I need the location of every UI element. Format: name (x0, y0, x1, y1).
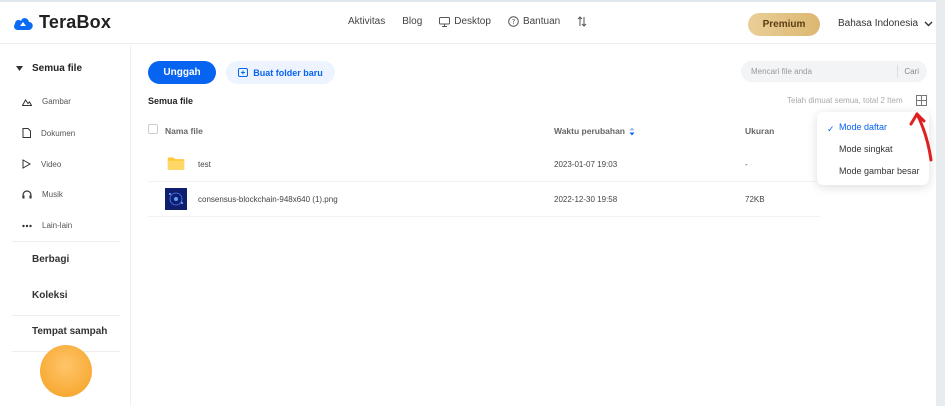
column-header-name[interactable]: Nama file (165, 126, 203, 136)
menu-item-large-image-mode[interactable]: Mode gambar besar (839, 166, 920, 176)
checkmark-icon: ✓ (827, 124, 835, 134)
column-header-modified[interactable]: Waktu perubahan (554, 126, 635, 136)
search-box: Cari (741, 61, 927, 82)
image-thumbnail (165, 188, 187, 210)
transfer-arrows-icon (577, 16, 587, 27)
sidebar-all-files-label: Semua file (32, 63, 83, 74)
top-bar: TeraBox Aktivitas Blog Desktop ? Bantuan (0, 0, 945, 44)
table-row[interactable]: test 2023-01-07 19:03 - (148, 147, 820, 182)
column-header-label: Waktu perubahan (554, 126, 625, 136)
sidebar-item-dokumen[interactable]: Dokumen (22, 128, 75, 138)
nav-aktivitas[interactable]: Aktivitas (348, 16, 385, 27)
svg-text:?: ? (512, 18, 516, 26)
sidebar-item-berbagi[interactable]: Berbagi (32, 254, 69, 265)
premium-button[interactable]: Premium (748, 13, 820, 36)
column-header-label: Ukuran (745, 126, 775, 136)
sidebar-all-files[interactable]: Semua file (16, 63, 82, 74)
logo[interactable]: TeraBox (12, 12, 111, 33)
sidebar-divider (12, 241, 120, 242)
cloud-logo-icon (14, 17, 33, 30)
sidebar-divider (12, 315, 120, 316)
language-selector[interactable]: Bahasa Indonesia (838, 18, 933, 29)
language-label: Bahasa Indonesia (838, 18, 919, 29)
sidebar-item-label: Dokumen (41, 128, 76, 138)
file-name[interactable]: consensus-blockchain-948x640 (1).png (198, 195, 338, 204)
upload-button[interactable]: Unggah (148, 61, 216, 84)
sidebar-item-label: Gambar (42, 97, 71, 106)
transfer-button[interactable] (577, 16, 587, 27)
new-folder-label: Buat folder baru (253, 67, 323, 78)
folder-plus-icon (238, 68, 249, 77)
column-header-label: Nama file (165, 126, 203, 136)
sidebar-item-gambar[interactable]: Gambar (22, 97, 71, 106)
folder-icon (167, 157, 185, 170)
sidebar-item-label: Video (41, 159, 62, 169)
nav-desktop-label: Desktop (454, 16, 491, 27)
caret-down-icon (16, 66, 23, 71)
table-row[interactable]: consensus-blockchain-948x640 (1).png 202… (148, 182, 820, 217)
search-button[interactable]: Cari (898, 67, 927, 76)
help-circle-icon: ? (508, 16, 519, 27)
file-name[interactable]: test (198, 160, 211, 169)
file-modified: 2022-12-30 19:58 (554, 195, 618, 204)
headphones-icon (22, 190, 32, 199)
breadcrumb[interactable]: Semua file (148, 96, 193, 106)
sidebar-item-tempat-sampah[interactable]: Tempat sampah (32, 326, 107, 337)
monitor-icon (439, 16, 451, 27)
nav-desktop[interactable]: Desktop (439, 16, 491, 27)
file-size: 72KB (745, 195, 765, 204)
more-dots-icon (22, 224, 32, 227)
play-icon (22, 159, 31, 169)
promo-badge[interactable] (40, 345, 92, 397)
column-header-size[interactable]: Ukuran (745, 126, 774, 136)
nav-bantuan[interactable]: ? Bantuan (508, 16, 560, 27)
sort-icon (629, 127, 635, 135)
select-all-checkbox[interactable] (148, 124, 158, 134)
sidebar-item-label: Lain-lain (42, 221, 73, 230)
nav-bantuan-label: Bantuan (522, 16, 561, 27)
nav-blog[interactable]: Blog (402, 16, 422, 27)
sidebar-item-lain-lain[interactable]: Lain-lain (22, 221, 72, 230)
sidebar-item-label: Musik (42, 190, 63, 199)
menu-item-compact-mode[interactable]: Mode singkat (839, 144, 893, 154)
sidebar-item-video[interactable]: Video (22, 159, 61, 169)
nav-blog-label: Blog (402, 16, 423, 27)
window-edge (936, 0, 945, 406)
file-modified: 2023-01-07 19:03 (554, 160, 618, 169)
sidebar-item-musik[interactable]: Musik (22, 190, 63, 199)
search-input[interactable] (741, 67, 898, 76)
logo-text: TeraBox (39, 12, 112, 32)
load-status: Telah dimuat semua, total 2 Item (787, 96, 903, 105)
menu-item-list-mode[interactable]: Mode daftar (839, 122, 887, 132)
document-icon (22, 128, 31, 138)
sidebar-item-koleksi[interactable]: Koleksi (32, 290, 68, 301)
view-mode-icon[interactable] (916, 95, 927, 106)
image-icon (22, 99, 32, 106)
new-folder-button[interactable]: Buat folder baru (226, 61, 335, 84)
annotation-arrow (909, 112, 933, 162)
nav-aktivitas-label: Aktivitas (348, 16, 386, 27)
top-nav: Aktivitas Blog Desktop ? Bantuan (348, 16, 604, 27)
file-size: - (745, 160, 748, 169)
chevron-down-icon (924, 21, 933, 26)
